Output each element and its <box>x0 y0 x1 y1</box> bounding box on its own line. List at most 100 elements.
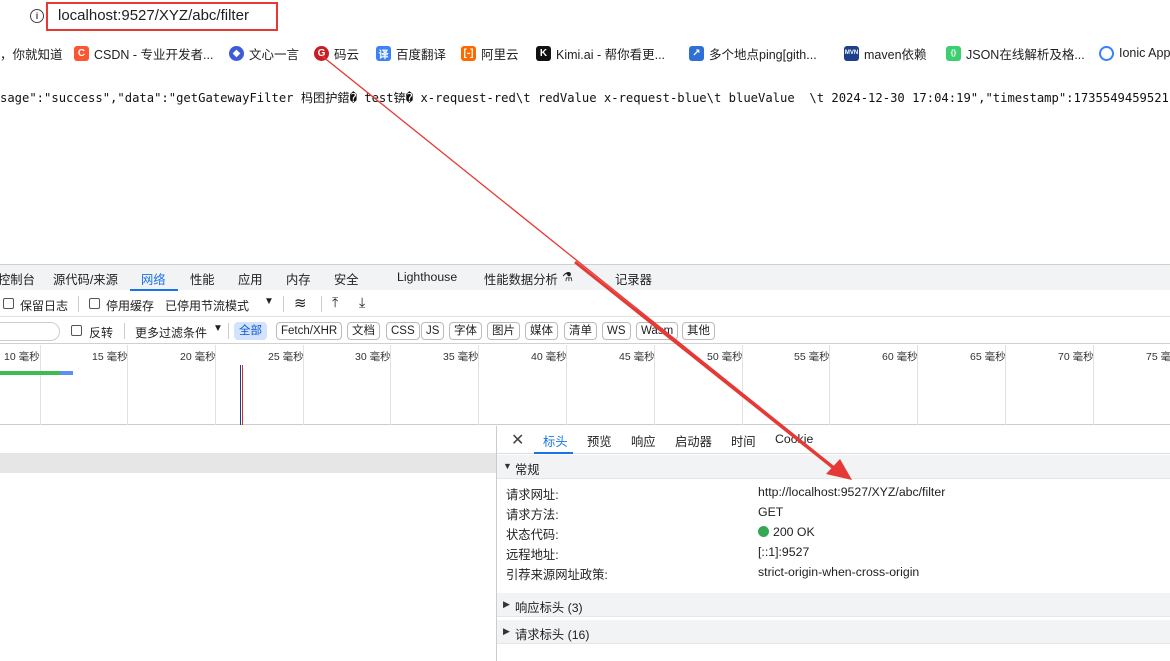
filter-ws-chip[interactable]: WS <box>602 322 631 340</box>
filter-js-chip[interactable]: JS <box>421 322 445 340</box>
expand-triangle-icon: ▼ <box>503 461 512 471</box>
ionic-icon <box>1099 45 1114 61</box>
disable-cache-checkbox[interactable] <box>89 298 100 309</box>
header-value: strict-origin-when-cross-origin <box>758 565 920 579</box>
response-headers-section[interactable]: ▶ 响应标头 (3) <box>497 593 1170 617</box>
baidu-translate-icon: 译 <box>376 45 391 61</box>
import-har-icon[interactable]: ⤒ <box>332 294 338 311</box>
ping-icon: ↗ <box>689 45 704 61</box>
bookmark-item[interactable]: 译 百度翻译 <box>376 44 446 62</box>
header-key: 引荐来源网址政策: <box>506 568 608 582</box>
filter-manifest-chip[interactable]: 清单 <box>564 322 597 340</box>
bookmark-item[interactable]: G 码云 <box>314 44 359 62</box>
tab-response[interactable]: 响应 <box>631 432 656 450</box>
tab-initiator[interactable]: 启动器 <box>675 432 712 450</box>
bookmark-item[interactable]: ↗ 多个地点ping[gith... <box>689 44 817 62</box>
bookmark-label: CSDN - 专业开发者... <box>94 47 214 62</box>
tab-performance-insights[interactable]: 性能数据分析 <box>484 270 558 288</box>
url-text[interactable]: localhost:9527/XYZ/abc/filter <box>58 7 249 24</box>
tab-cookies[interactable]: Cookie <box>775 432 813 446</box>
general-section-header[interactable]: ▼ 常规 <box>497 455 1170 479</box>
site-info-icon[interactable]: i <box>30 9 44 23</box>
header-key: 请求方法: <box>506 508 559 522</box>
toolbar-divider <box>78 296 79 312</box>
tab-recorder[interactable]: 记录器 <box>615 270 652 288</box>
wifi-settings-icon[interactable]: ≋ <box>294 294 307 312</box>
filter-font-chip[interactable]: 字体 <box>449 322 482 340</box>
timeline-label: 45 毫秒 <box>619 351 655 363</box>
invert-checkbox[interactable] <box>71 325 82 336</box>
bookmark-label: Ionic App <box>1119 46 1170 60</box>
tab-lighthouse[interactable]: Lighthouse <box>397 270 457 284</box>
tab-security[interactable]: 安全 <box>334 270 359 288</box>
address-bar: i localhost:9527/XYZ/abc/filter <box>0 0 1170 34</box>
section-title: 响应标头 (3) <box>515 601 583 615</box>
tab-preview[interactable]: 预览 <box>587 432 612 450</box>
bookmark-item[interactable]: ，你就知道 <box>0 44 63 62</box>
tab-console[interactable]: 控制台 <box>0 270 35 288</box>
throttle-select[interactable]: 已停用节流模式 <box>165 297 249 314</box>
load-event-marker <box>242 365 243 425</box>
tab-timing[interactable]: 时间 <box>731 432 756 450</box>
bookmark-label: 百度翻译 <box>396 47 447 62</box>
wenxin-icon: ◆ <box>229 45 244 61</box>
timeline-label: 40 毫秒 <box>531 351 567 363</box>
tab-application[interactable]: 应用 <box>238 270 263 288</box>
header-value: GET <box>758 505 784 519</box>
tab-sources[interactable]: 源代码/来源 <box>53 270 118 288</box>
export-har-icon[interactable]: ⤓ <box>359 294 365 311</box>
tab-memory[interactable]: 内存 <box>286 270 311 288</box>
invert-label: 反转 <box>89 326 114 340</box>
collapsed-triangle-icon: ▶ <box>503 626 510 636</box>
filter-media-chip[interactable]: 媒体 <box>525 322 558 340</box>
filter-all-chip[interactable]: 全部 <box>234 322 267 340</box>
bookmark-label: 文心一言 <box>249 47 300 62</box>
tab-performance[interactable]: 性能 <box>190 270 215 288</box>
selected-request-row[interactable] <box>0 453 496 473</box>
chevron-down-icon[interactable]: ▼ <box>264 296 274 307</box>
request-headers-section[interactable]: ▶ 请求标头 (16) <box>497 620 1170 644</box>
header-value: http://localhost:9527/XYZ/abc/filter <box>758 485 946 499</box>
bookmark-item[interactable]: [-] 阿里云 <box>461 44 519 62</box>
collapsed-triangle-icon: ▶ <box>503 599 510 609</box>
more-filters-button[interactable]: 更多过滤条件 <box>135 324 207 341</box>
header-key: 远程地址: <box>506 548 559 562</box>
filter-img-chip[interactable]: 图片 <box>487 322 520 340</box>
filter-doc-chip[interactable]: 文档 <box>347 322 380 340</box>
dom-content-loaded-marker <box>240 365 241 425</box>
tab-headers[interactable]: 标头 <box>543 432 568 450</box>
filter-other-chip[interactable]: 其他 <box>682 322 715 340</box>
timeline-label: 50 毫秒 <box>707 351 743 363</box>
bookmark-label: ，你就知道 <box>0 47 63 62</box>
maven-icon: MVN <box>844 45 859 61</box>
filter-xhr-chip[interactable]: Fetch/XHR <box>276 322 343 340</box>
timeline-label: 60 毫秒 <box>882 351 918 363</box>
timeline-label: 20 毫秒 <box>180 351 216 363</box>
devtools-tab-bar: 控制台 源代码/来源 网络 性能 应用 内存 安全 Lighthouse 性能数… <box>0 264 1170 291</box>
filter-input[interactable] <box>0 322 60 341</box>
timeline-label: 75 毫秒 <box>1146 351 1170 363</box>
timeline-label: 25 毫秒 <box>268 351 304 363</box>
bookmark-item[interactable]: Ionic App <box>1099 44 1170 62</box>
timeline-label: 70 毫秒 <box>1058 351 1094 363</box>
gitee-icon: G <box>314 45 329 61</box>
close-icon[interactable]: ✕ <box>511 430 524 450</box>
header-value: [::1]:9527 <box>758 545 810 559</box>
bookmark-item[interactable]: K Kimi.ai - 帮你看更... <box>536 44 665 62</box>
toolbar-divider <box>321 296 322 312</box>
chevron-down-icon[interactable]: ▼ <box>213 323 223 334</box>
tab-network[interactable]: 网络 <box>141 270 166 288</box>
bookmark-label: 多个地点ping[gith... <box>709 47 817 62</box>
toolbar-divider <box>124 323 125 339</box>
bookmark-item[interactable]: MVN maven依赖 <box>844 44 927 62</box>
bookmark-item[interactable]: C CSDN - 专业开发者... <box>74 44 213 62</box>
bookmark-item[interactable]: ◆ 文心一言 <box>229 44 299 62</box>
bookmark-item[interactable]: {} JSON在线解析及格... <box>946 44 1085 62</box>
timeline-label: 65 毫秒 <box>970 351 1006 363</box>
network-timeline[interactable]: 10 毫秒 15 毫秒 20 毫秒 25 毫秒 30 毫秒 35 毫秒 40 毫… <box>0 345 1170 425</box>
filter-css-chip[interactable]: CSS <box>386 322 420 340</box>
preserve-log-checkbox[interactable] <box>3 298 14 309</box>
bookmark-label: maven依赖 <box>864 47 927 62</box>
request-details-panel: ✕ 标头 预览 响应 启动器 时间 Cookie ▼ 常规 请求网址: http… <box>496 426 1170 661</box>
filter-wasm-chip[interactable]: Wasm <box>636 322 679 340</box>
